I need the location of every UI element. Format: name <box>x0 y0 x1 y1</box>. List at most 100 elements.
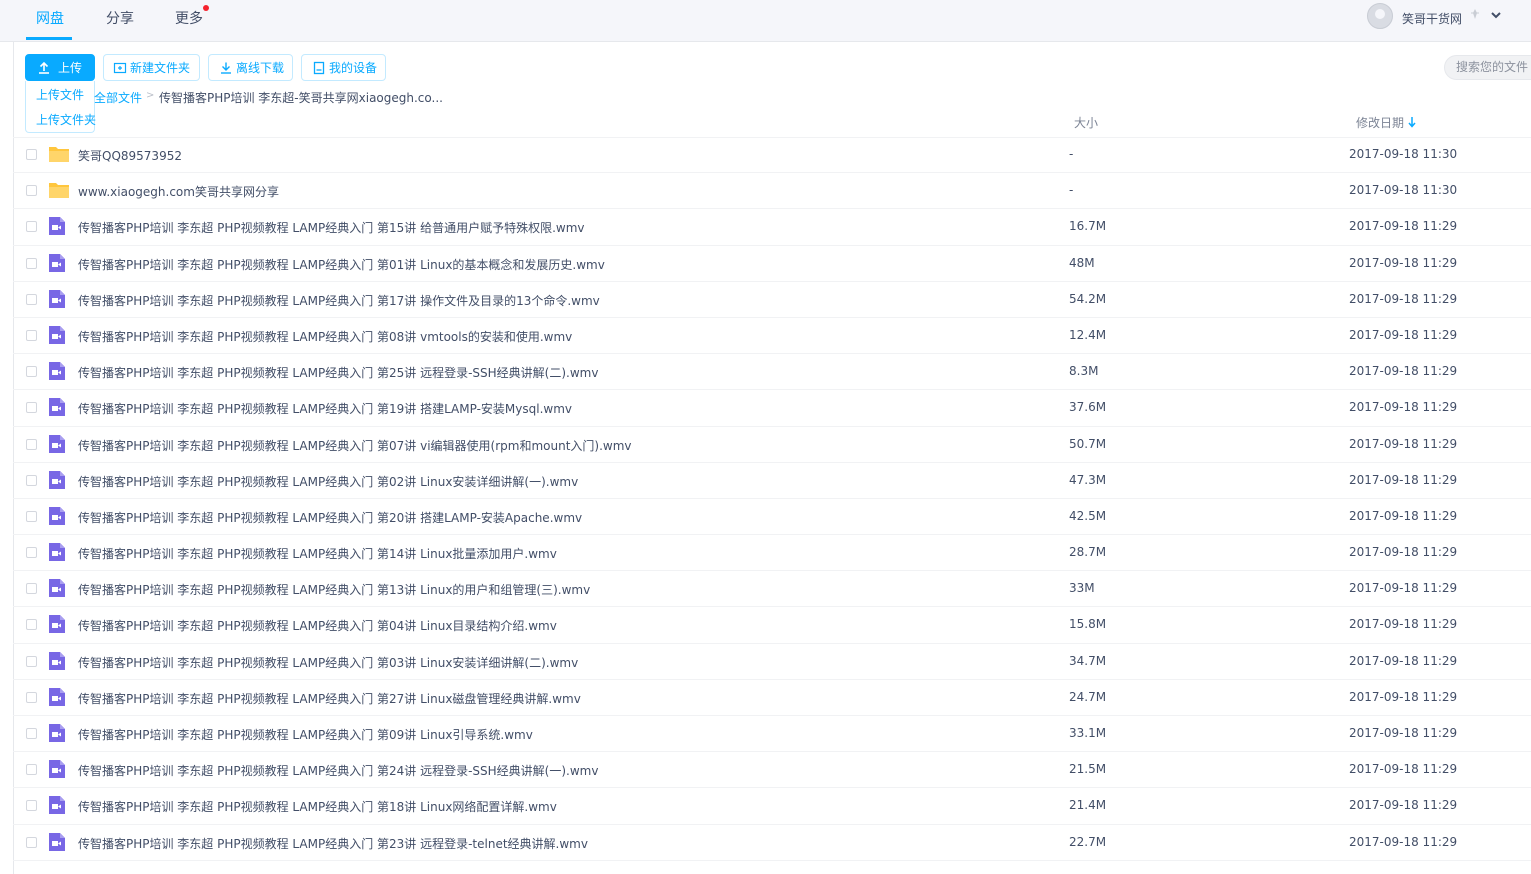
file-name[interactable]: 传智播客PHP培训 李东超 PHP视频教程 LAMP经典入门 第09讲 Linu… <box>78 726 533 743</box>
table-row[interactable]: 传智播客PHP培训 李东超 PHP视频教程 LAMP经典入门 第01讲 Linu… <box>13 246 1531 282</box>
offline-download-button[interactable]: 离线下载 <box>208 54 293 81</box>
upload-file-option[interactable]: 上传文件 <box>36 86 84 103</box>
video-file-icon <box>48 687 66 710</box>
video-file-icon <box>48 651 66 674</box>
file-date: 2017-09-18 11:29 <box>1349 762 1458 777</box>
sort-descending-icon[interactable] <box>1407 116 1417 128</box>
row-checkbox[interactable] <box>26 293 37 305</box>
file-name[interactable]: 传智播客PHP培训 李东超 PHP视频教程 LAMP经典入门 第19讲 搭建LA… <box>78 400 572 417</box>
table-row[interactable]: 传智播客PHP培训 李东超 PHP视频教程 LAMP经典入门 第13讲 Linu… <box>13 571 1531 608</box>
search-input[interactable]: 搜索您的文件 <box>1444 55 1531 80</box>
table-row[interactable]: 传智播客PHP培训 李东超 PHP视频教程 LAMP经典入门 第20讲 搭建LA… <box>13 499 1531 536</box>
file-date: 2017-09-18 11:29 <box>1349 653 1458 668</box>
video-file-icon <box>48 759 66 782</box>
row-checkbox[interactable] <box>26 764 37 776</box>
video-file-icon <box>48 578 66 601</box>
file-name[interactable]: 传智播客PHP培训 李东超 PHP视频教程 LAMP经典入门 第07讲 vi编辑… <box>78 437 632 454</box>
avatar[interactable] <box>1367 3 1393 29</box>
column-header-modified[interactable]: 修改日期 <box>1356 114 1404 131</box>
row-checkbox[interactable] <box>26 619 37 631</box>
row-checkbox[interactable] <box>26 185 37 197</box>
file-name[interactable]: 传智播客PHP培训 李东超 PHP视频教程 LAMP经典入门 第13讲 Linu… <box>78 581 590 598</box>
table-row[interactable]: 传智播客PHP培训 李东超 PHP视频教程 LAMP经典入门 第08讲 vmto… <box>13 318 1531 355</box>
vip-badge-icon <box>1468 7 1482 21</box>
row-checkbox[interactable] <box>26 149 37 160</box>
video-file-icon <box>48 289 66 312</box>
file-name[interactable]: www.xiaogegh.com笑哥共享网分享 <box>78 183 279 200</box>
row-checkbox[interactable] <box>26 800 37 812</box>
file-size: 22.7M <box>1069 834 1107 849</box>
folder-icon <box>48 180 70 203</box>
file-size: 42.5M <box>1069 508 1107 523</box>
file-list: 笑哥QQ89573952-2017-09-18 11:30 www.xiaogeg… <box>13 137 1531 861</box>
file-name[interactable]: 传智播客PHP培训 李东超 PHP视频教程 LAMP经典入门 第01讲 Linu… <box>78 256 605 273</box>
file-date: 2017-09-18 11:29 <box>1349 798 1458 813</box>
row-checkbox[interactable] <box>26 438 37 450</box>
file-name[interactable]: 传智播客PHP培训 李东超 PHP视频教程 LAMP经典入门 第02讲 Linu… <box>78 473 578 490</box>
tab-netdisk[interactable]: 网盘 <box>36 8 64 28</box>
table-row[interactable]: 传智播客PHP培训 李东超 PHP视频教程 LAMP经典入门 第04讲 Linu… <box>13 607 1531 644</box>
tab-more[interactable]: 更多 <box>175 8 203 28</box>
row-checkbox[interactable] <box>26 221 37 233</box>
row-checkbox[interactable] <box>26 547 37 559</box>
file-name[interactable]: 传智播客PHP培训 李东超 PHP视频教程 LAMP经典入门 第23讲 远程登录… <box>78 835 588 852</box>
upload-button[interactable]: 上传 <box>25 54 95 81</box>
file-size: 28.7M <box>1069 545 1107 560</box>
file-name[interactable]: 传智播客PHP培训 李东超 PHP视频教程 LAMP经典入门 第15讲 给普通用… <box>78 219 585 236</box>
device-icon <box>313 61 325 74</box>
table-row[interactable]: 笑哥QQ89573952 - 2017-09-18 11:30 <box>13 137 1531 174</box>
video-file-icon <box>48 470 66 493</box>
table-row[interactable]: 传智播客PHP培训 李东超 PHP视频教程 LAMP经典入门 第09讲 Linu… <box>13 716 1531 753</box>
row-checkbox[interactable] <box>26 583 37 595</box>
file-name[interactable]: 传智播客PHP培训 李东超 PHP视频教程 LAMP经典入门 第08讲 vmto… <box>78 328 572 345</box>
row-checkbox[interactable] <box>26 366 37 378</box>
table-row[interactable]: 传智播客PHP培训 李东超 PHP视频教程 LAMP经典入门 第24讲 远程登录… <box>13 752 1531 789</box>
new-folder-button[interactable]: 新建文件夹 <box>103 54 200 81</box>
breadcrumb-all-files[interactable]: 全部文件 <box>94 89 142 106</box>
table-row[interactable]: 传智播客PHP培训 李东超 PHP视频教程 LAMP经典入门 第14讲 Linu… <box>13 535 1531 572</box>
table-row[interactable]: 传智播客PHP培训 李东超 PHP视频教程 LAMP经典入门 第18讲 Linu… <box>13 788 1531 825</box>
file-size: 24.7M <box>1069 689 1107 704</box>
row-checkbox[interactable] <box>26 329 37 341</box>
row-checkbox[interactable] <box>26 402 37 414</box>
tab-share[interactable]: 分享 <box>106 8 134 28</box>
row-checkbox[interactable] <box>26 474 37 486</box>
video-file-icon <box>48 253 66 276</box>
row-checkbox[interactable] <box>26 510 37 522</box>
video-file-icon <box>48 832 66 855</box>
row-checkbox[interactable] <box>26 836 37 848</box>
table-row[interactable]: 传智播客PHP培训 李东超 PHP视频教程 LAMP经典入门 第07讲 vi编辑… <box>13 427 1531 463</box>
upload-folder-option[interactable]: 上传文件夹 <box>36 111 96 128</box>
file-name[interactable]: 传智播客PHP培训 李东超 PHP视频教程 LAMP经典入门 第27讲 Linu… <box>78 690 581 707</box>
file-name[interactable]: 传智播客PHP培训 李东超 PHP视频教程 LAMP经典入门 第25讲 远程登录… <box>78 364 598 381</box>
table-row[interactable]: 传智播客PHP培训 李东超 PHP视频教程 LAMP经典入门 第03讲 Linu… <box>13 644 1531 680</box>
row-checkbox[interactable] <box>26 257 37 269</box>
new-folder-label: 新建文件夹 <box>130 61 191 75</box>
row-checkbox[interactable] <box>26 691 37 703</box>
file-name[interactable]: 传智播客PHP培训 李东超 PHP视频教程 LAMP经典入门 第20讲 搭建LA… <box>78 509 582 526</box>
table-row[interactable]: 传智播客PHP培训 李东超 PHP视频教程 LAMP经典入门 第15讲 给普通用… <box>13 209 1531 246</box>
file-date: 2017-09-18 11:29 <box>1349 726 1458 740</box>
chevron-down-icon[interactable] <box>1490 9 1502 21</box>
file-name[interactable]: 笑哥QQ89573952 <box>78 147 182 164</box>
table-row[interactable]: www.xiaogegh.com笑哥共享网分享 - 2017-09-18 11:30 <box>13 173 1531 210</box>
table-row[interactable]: 传智播客PHP培训 李东超 PHP视频教程 LAMP经典入门 第19讲 搭建LA… <box>13 390 1531 427</box>
table-row[interactable]: 传智播客PHP培训 李东超 PHP视频教程 LAMP经典入门 第25讲 远程登录… <box>13 354 1531 391</box>
table-row[interactable]: 传智播客PHP培训 李东超 PHP视频教程 LAMP经典入门 第02讲 Linu… <box>13 463 1531 499</box>
username[interactable]: 笑哥干货网 <box>1402 10 1462 27</box>
my-devices-button[interactable]: 我的设备 <box>301 54 386 81</box>
row-checkbox[interactable] <box>26 728 37 739</box>
file-name[interactable]: 传智播客PHP培训 李东超 PHP视频教程 LAMP经典入门 第04讲 Linu… <box>78 617 557 634</box>
file-name[interactable]: 传智播客PHP培训 李东超 PHP视频教程 LAMP经典入门 第24讲 远程登录… <box>78 762 598 779</box>
file-name[interactable]: 传智播客PHP培训 李东超 PHP视频教程 LAMP经典入门 第17讲 操作文件… <box>78 292 600 309</box>
file-name[interactable]: 传智播客PHP培训 李东超 PHP视频教程 LAMP经典入门 第18讲 Linu… <box>78 798 557 815</box>
table-row[interactable]: 传智播客PHP培训 李东超 PHP视频教程 LAMP经典入门 第27讲 Linu… <box>13 680 1531 716</box>
file-date: 2017-09-18 11:29 <box>1349 617 1458 632</box>
file-name[interactable]: 传智播客PHP培训 李东超 PHP视频教程 LAMP经典入门 第14讲 Linu… <box>78 545 557 562</box>
table-row[interactable]: 传智播客PHP培训 李东超 PHP视频教程 LAMP经典入门 第17讲 操作文件… <box>13 282 1531 318</box>
file-name[interactable]: 传智播客PHP培训 李东超 PHP视频教程 LAMP经典入门 第03讲 Linu… <box>78 654 578 671</box>
row-checkbox[interactable] <box>26 655 37 667</box>
table-row[interactable]: 传智播客PHP培训 李东超 PHP视频教程 LAMP经典入门 第23讲 远程登录… <box>13 825 1531 861</box>
column-header-size[interactable]: 大小 <box>1074 114 1098 131</box>
video-file-icon <box>48 723 66 746</box>
